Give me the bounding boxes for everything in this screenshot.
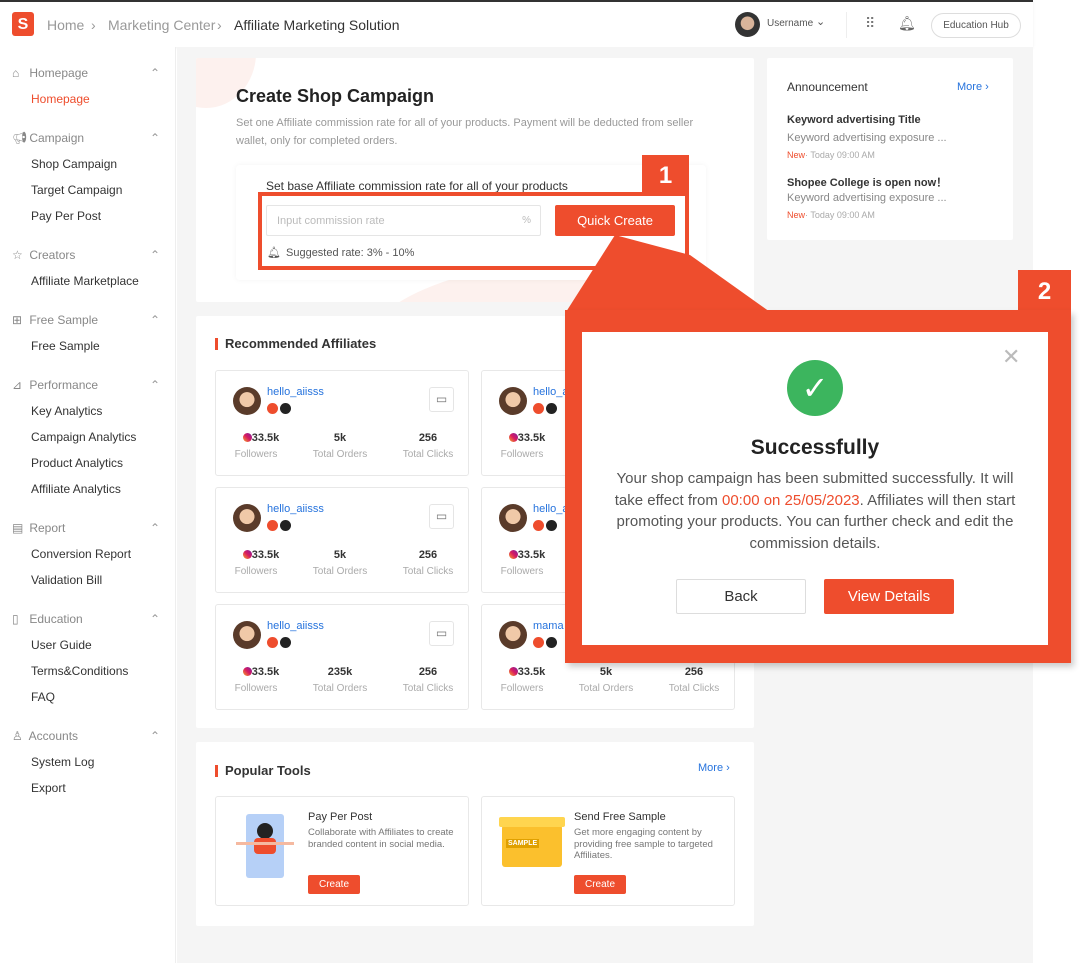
close-icon[interactable]: ✕ bbox=[1002, 344, 1020, 370]
callout-2-frame: ✕ ✓ Successfully Your shop campaign has … bbox=[565, 310, 1071, 663]
back-button[interactable]: Back bbox=[676, 579, 806, 614]
view-details-button[interactable]: View Details bbox=[824, 579, 954, 614]
modal-title: Successfully bbox=[750, 436, 880, 459]
success-check-icon: ✓ bbox=[787, 360, 843, 416]
modal-message: Your shop campaign has been submitted su… bbox=[604, 468, 1026, 554]
effective-date: 00:00 on 25/05/2023 bbox=[722, 491, 860, 509]
callout-1-frame bbox=[258, 192, 689, 270]
callout-2-label: 2 bbox=[1018, 270, 1071, 312]
callout-1-label: 1 bbox=[642, 155, 689, 195]
success-modal: ✕ ✓ Successfully Your shop campaign has … bbox=[582, 332, 1048, 645]
